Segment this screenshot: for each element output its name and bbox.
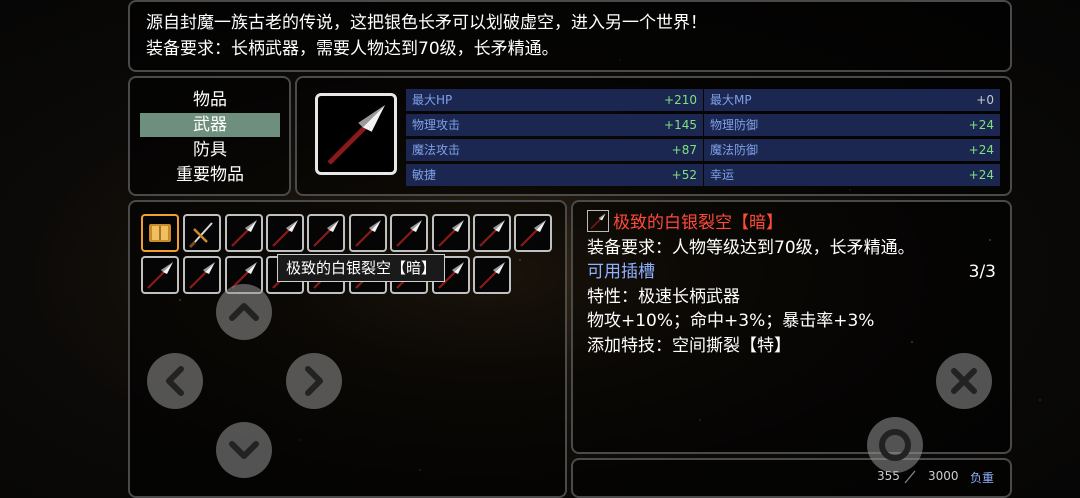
item-bonus: 物攻+10%；命中+3%；暴击率+3% bbox=[587, 311, 875, 331]
stat-label: 物理攻击 bbox=[412, 118, 461, 132]
dpad-down-button[interactable] bbox=[216, 422, 272, 478]
stat-label: 魔法攻击 bbox=[412, 143, 461, 157]
stat-max-hp: 最大HP +210 bbox=[406, 89, 703, 111]
category-armor[interactable]: 防具 bbox=[140, 138, 280, 162]
spear-icon bbox=[309, 216, 343, 250]
stat-max-mp: 最大MP +0 bbox=[704, 89, 1000, 111]
item-skill: 添加特技：空间撕裂【特】 bbox=[587, 335, 791, 356]
weight-max: 3000 bbox=[928, 469, 959, 483]
item-trait: 特性：极速长柄武器 bbox=[587, 286, 740, 307]
slots-value: 3/3 bbox=[968, 262, 996, 282]
dpad-left-button[interactable] bbox=[147, 353, 203, 409]
weight-label: 负重 bbox=[970, 471, 995, 485]
category-items[interactable]: 物品 bbox=[140, 88, 280, 112]
spear-icon bbox=[185, 258, 219, 292]
item-requirement: 装备要求：人物等级达到70级，长矛精通。 bbox=[587, 237, 915, 258]
stat-label: 敏捷 bbox=[412, 168, 437, 182]
chevron-down-icon bbox=[229, 441, 259, 459]
inventory-slot[interactable] bbox=[473, 256, 511, 294]
inventory-slot[interactable] bbox=[390, 214, 428, 252]
stat-physical-defense: 物理防御 +24 bbox=[704, 114, 1000, 136]
stat-label: 最大HP bbox=[412, 93, 453, 107]
dpad-right-button[interactable] bbox=[286, 353, 342, 409]
stat-value: +210 bbox=[664, 93, 697, 107]
item-name: 极致的白银裂空【暗】 bbox=[613, 213, 783, 233]
inventory-slot[interactable] bbox=[432, 214, 470, 252]
stat-value: +145 bbox=[664, 118, 697, 132]
inventory-slot[interactable] bbox=[514, 214, 552, 252]
spear-icon bbox=[392, 216, 426, 250]
stat-label: 幸运 bbox=[710, 168, 735, 182]
stat-label: 最大MP bbox=[710, 93, 752, 107]
selected-item-frame bbox=[315, 93, 397, 175]
chevron-up-icon bbox=[229, 303, 259, 321]
chevron-right-icon bbox=[305, 366, 323, 396]
spear-icon bbox=[516, 216, 550, 250]
stat-value: +87 bbox=[671, 143, 697, 157]
chevron-left-icon bbox=[166, 366, 184, 396]
item-info-panel: 极致的白银裂空【暗】 装备要求：人物等级达到70级，长矛精通。 可用插槽 3/3… bbox=[571, 200, 1012, 454]
stat-label: 物理防御 bbox=[710, 118, 759, 132]
close-button[interactable] bbox=[936, 353, 992, 409]
stat-magic-defense: 魔法防御 +24 bbox=[704, 139, 1000, 161]
confirm-button[interactable] bbox=[867, 417, 923, 473]
stat-luck: 幸运 +24 bbox=[704, 164, 1000, 186]
spellbook-icon bbox=[149, 224, 171, 242]
item-description-panel: 源自封魔一族古老的传说，这把银色长矛可以划破虚空，进入另一个世界！ 装备要求：长… bbox=[128, 0, 1012, 72]
stat-value: +52 bbox=[671, 168, 697, 182]
item-name-row: 极致的白银裂空【暗】 bbox=[587, 210, 996, 236]
spear-icon bbox=[434, 216, 468, 250]
inventory-slot[interactable] bbox=[141, 256, 179, 294]
inventory-slot[interactable] bbox=[266, 214, 304, 252]
item-tooltip: 极致的白银裂空【暗】 bbox=[277, 254, 446, 282]
spear-icon bbox=[143, 258, 177, 292]
inventory-slot[interactable] bbox=[225, 214, 263, 252]
stat-physical-attack: 物理攻击 +145 bbox=[406, 114, 703, 136]
category-weapons[interactable]: 武器 bbox=[140, 113, 280, 137]
slots-row: 可用插槽 3/3 bbox=[587, 260, 996, 285]
spear-icon bbox=[318, 96, 394, 172]
stat-magic-attack: 魔法攻击 +87 bbox=[406, 139, 703, 161]
inventory-slot[interactable] bbox=[307, 214, 345, 252]
circle-icon bbox=[879, 429, 911, 461]
stat-label: 魔法防御 bbox=[710, 143, 759, 157]
spear-icon bbox=[475, 258, 509, 292]
stat-agility: 敏捷 +52 bbox=[406, 164, 703, 186]
stat-value: +24 bbox=[968, 118, 994, 132]
spear-icon bbox=[587, 210, 609, 232]
stat-value: +24 bbox=[968, 168, 994, 182]
stat-value: +0 bbox=[976, 93, 994, 107]
description-line-1: 源自封魔一族古老的传说，这把银色长矛可以划破虚空，进入另一个世界！ bbox=[146, 13, 707, 33]
category-key-items[interactable]: 重要物品 bbox=[140, 163, 280, 187]
category-list: 物品 武器 防具 重要物品 bbox=[128, 76, 291, 196]
spear-icon bbox=[268, 216, 302, 250]
inventory-slot[interactable] bbox=[183, 214, 221, 252]
close-icon bbox=[951, 368, 977, 394]
inventory-slot[interactable] bbox=[473, 214, 511, 252]
dpad-up-button[interactable] bbox=[216, 284, 272, 340]
sword-icon bbox=[188, 222, 213, 249]
description-line-2: 装备要求：长柄武器，需要人物达到70级，长矛精通。 bbox=[146, 39, 559, 59]
inventory-slot[interactable] bbox=[349, 214, 387, 252]
inventory-slot[interactable] bbox=[141, 214, 179, 252]
spear-icon bbox=[227, 216, 261, 250]
stat-value: +24 bbox=[968, 143, 994, 157]
spear-icon bbox=[475, 216, 509, 250]
spear-icon bbox=[351, 216, 385, 250]
slots-label: 可用插槽 bbox=[587, 262, 655, 282]
